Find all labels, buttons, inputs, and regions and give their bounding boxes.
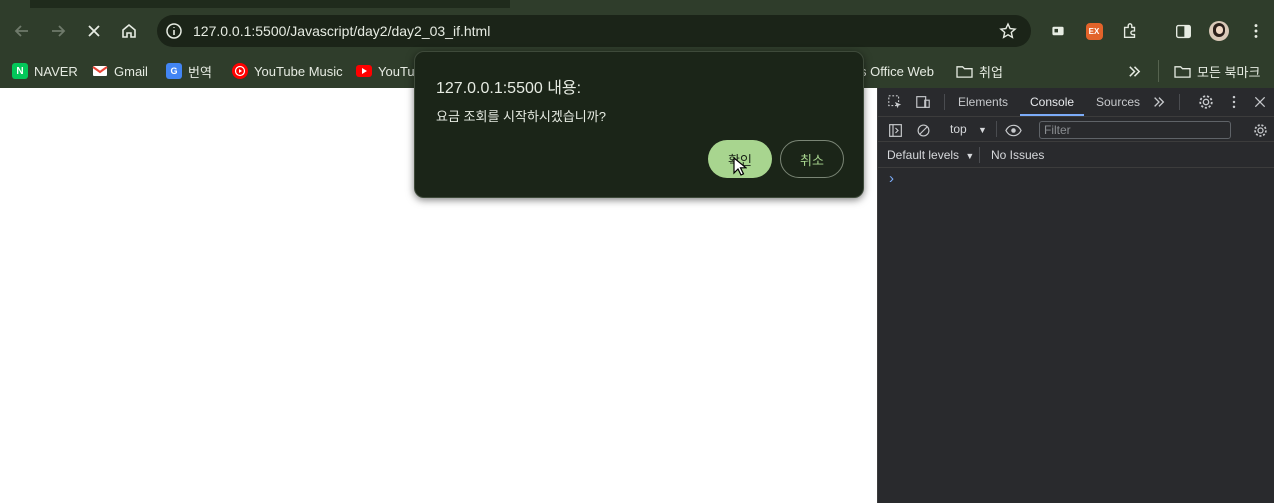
tab-console[interactable]: Console	[1020, 88, 1085, 116]
bookmark-naver[interactable]: N NAVER	[12, 60, 78, 82]
chevron-double-right-icon	[1129, 65, 1141, 77]
all-bookmarks-label: 모든 북마크	[1197, 64, 1261, 80]
folder-icon	[956, 65, 973, 78]
forward-button[interactable]	[45, 18, 71, 44]
bookmark-office-web[interactable]: s Office Web	[860, 60, 934, 82]
tab-elements[interactable]: Elements	[958, 88, 1008, 116]
tab-divider	[944, 94, 945, 110]
alert-dialog: 127.0.0.1:5500 내용: 요금 조회를 시작하시겠습니까? 확인 취…	[414, 51, 864, 198]
youtube-music-icon	[232, 63, 248, 79]
bookmarks-divider	[1158, 60, 1159, 82]
folder-icon	[1174, 65, 1191, 78]
console-toolbar: top ▼ Filter	[878, 117, 1274, 142]
extensions-puzzle-icon[interactable]	[1120, 21, 1140, 41]
stop-button[interactable]	[81, 18, 107, 44]
clear-console-icon[interactable]	[914, 121, 932, 139]
youtube-icon	[356, 65, 372, 77]
bookmark-label: 번역	[188, 64, 212, 80]
inspect-element-icon[interactable]	[886, 93, 904, 111]
browser-window: 127.0.0.1:5500/Javascript/day2/day2_03_i…	[0, 0, 1274, 503]
caret-down-icon: ▼	[978, 125, 987, 135]
tab-edge-right[interactable]	[510, 0, 1274, 8]
home-icon	[122, 23, 136, 38]
bookmark-label: 취업	[979, 64, 1003, 80]
close-icon	[88, 25, 100, 37]
close-devtools-icon[interactable]	[1251, 93, 1269, 111]
extension-ex-icon[interactable]: EX	[1084, 21, 1104, 41]
all-bookmarks-folder[interactable]: 모든 북마크	[1174, 60, 1260, 82]
context-label: top	[950, 122, 967, 136]
tab-divider	[1179, 94, 1180, 110]
bookmark-youtube-music[interactable]: YouTube Music	[232, 60, 343, 82]
sidebar-toggle-icon[interactable]	[886, 121, 904, 139]
site-info-icon[interactable]	[165, 22, 183, 40]
settings-gear-icon[interactable]	[1197, 93, 1215, 111]
levels-label: Default levels	[887, 148, 960, 162]
bookmark-label: NAVER	[34, 63, 78, 79]
tab-strip	[0, 0, 1274, 8]
more-tabs-icon[interactable]	[1150, 93, 1168, 111]
forward-arrow-icon	[52, 25, 66, 37]
gmail-icon	[92, 63, 108, 79]
bar-divider	[996, 121, 997, 137]
toolbar: 127.0.0.1:5500/Javascript/day2/day2_03_i…	[0, 8, 1274, 54]
mouse-pointer-icon	[733, 157, 747, 176]
device-toolbar-icon[interactable]	[914, 93, 932, 111]
bookmark-folder-jobs[interactable]: 취업	[956, 60, 1003, 82]
dialog-title: 127.0.0.1:5500 내용:	[436, 80, 582, 97]
bookmark-gmail[interactable]: Gmail	[92, 60, 148, 82]
context-selector[interactable]: top ▼	[950, 122, 987, 136]
dialog-message: 요금 조회를 시작하시겠습니까?	[436, 109, 606, 124]
naver-icon: N	[12, 63, 28, 79]
extension-id-icon[interactable]	[1048, 21, 1068, 41]
url-text: 127.0.0.1:5500/Javascript/day2/day2_03_i…	[193, 23, 491, 39]
kebab-menu-icon[interactable]	[1246, 21, 1266, 41]
bookmark-translate[interactable]: G 번역	[166, 60, 212, 82]
issues-status[interactable]: No Issues	[991, 148, 1044, 162]
bookmark-label: Gmail	[114, 63, 148, 79]
back-arrow-icon	[14, 25, 28, 37]
side-panel-icon[interactable]	[1173, 21, 1193, 41]
console-settings-gear-icon[interactable]	[1251, 121, 1269, 139]
console-filter-input[interactable]: Filter	[1039, 121, 1231, 139]
bookmark-label: YouTube Music	[254, 63, 343, 79]
devtools-panel: Elements Console Sources top ▼ Filter De…	[877, 88, 1274, 503]
bookmark-label: s Office Web	[860, 63, 934, 79]
bookmark-star-icon[interactable]	[999, 22, 1017, 40]
translate-icon: G	[166, 63, 182, 79]
bookmark-youtube[interactable]: YouTub	[356, 60, 422, 82]
caret-down-icon: ▼	[965, 151, 975, 161]
console-levels-bar: Default levels ▼ No Issues	[878, 142, 1274, 168]
profile-avatar-icon[interactable]	[1209, 21, 1229, 41]
home-button[interactable]	[116, 18, 142, 44]
address-bar[interactable]: 127.0.0.1:5500/Javascript/day2/day2_03_i…	[157, 15, 1031, 47]
back-button[interactable]	[9, 18, 35, 44]
devtools-tabbar: Elements Console Sources	[878, 88, 1274, 117]
live-expression-eye-icon[interactable]	[1004, 121, 1022, 139]
kebab-menu-icon[interactable]	[1225, 93, 1243, 111]
cancel-button[interactable]: 취소	[780, 140, 844, 178]
console-prompt[interactable]: ›	[889, 170, 894, 187]
tab-edge-left[interactable]	[0, 0, 30, 8]
default-levels-dropdown[interactable]: Default levels ▼	[887, 148, 974, 162]
bar-divider	[979, 147, 980, 163]
tab-sources[interactable]: Sources	[1096, 88, 1140, 116]
bookmarks-overflow-button[interactable]	[1127, 60, 1142, 82]
